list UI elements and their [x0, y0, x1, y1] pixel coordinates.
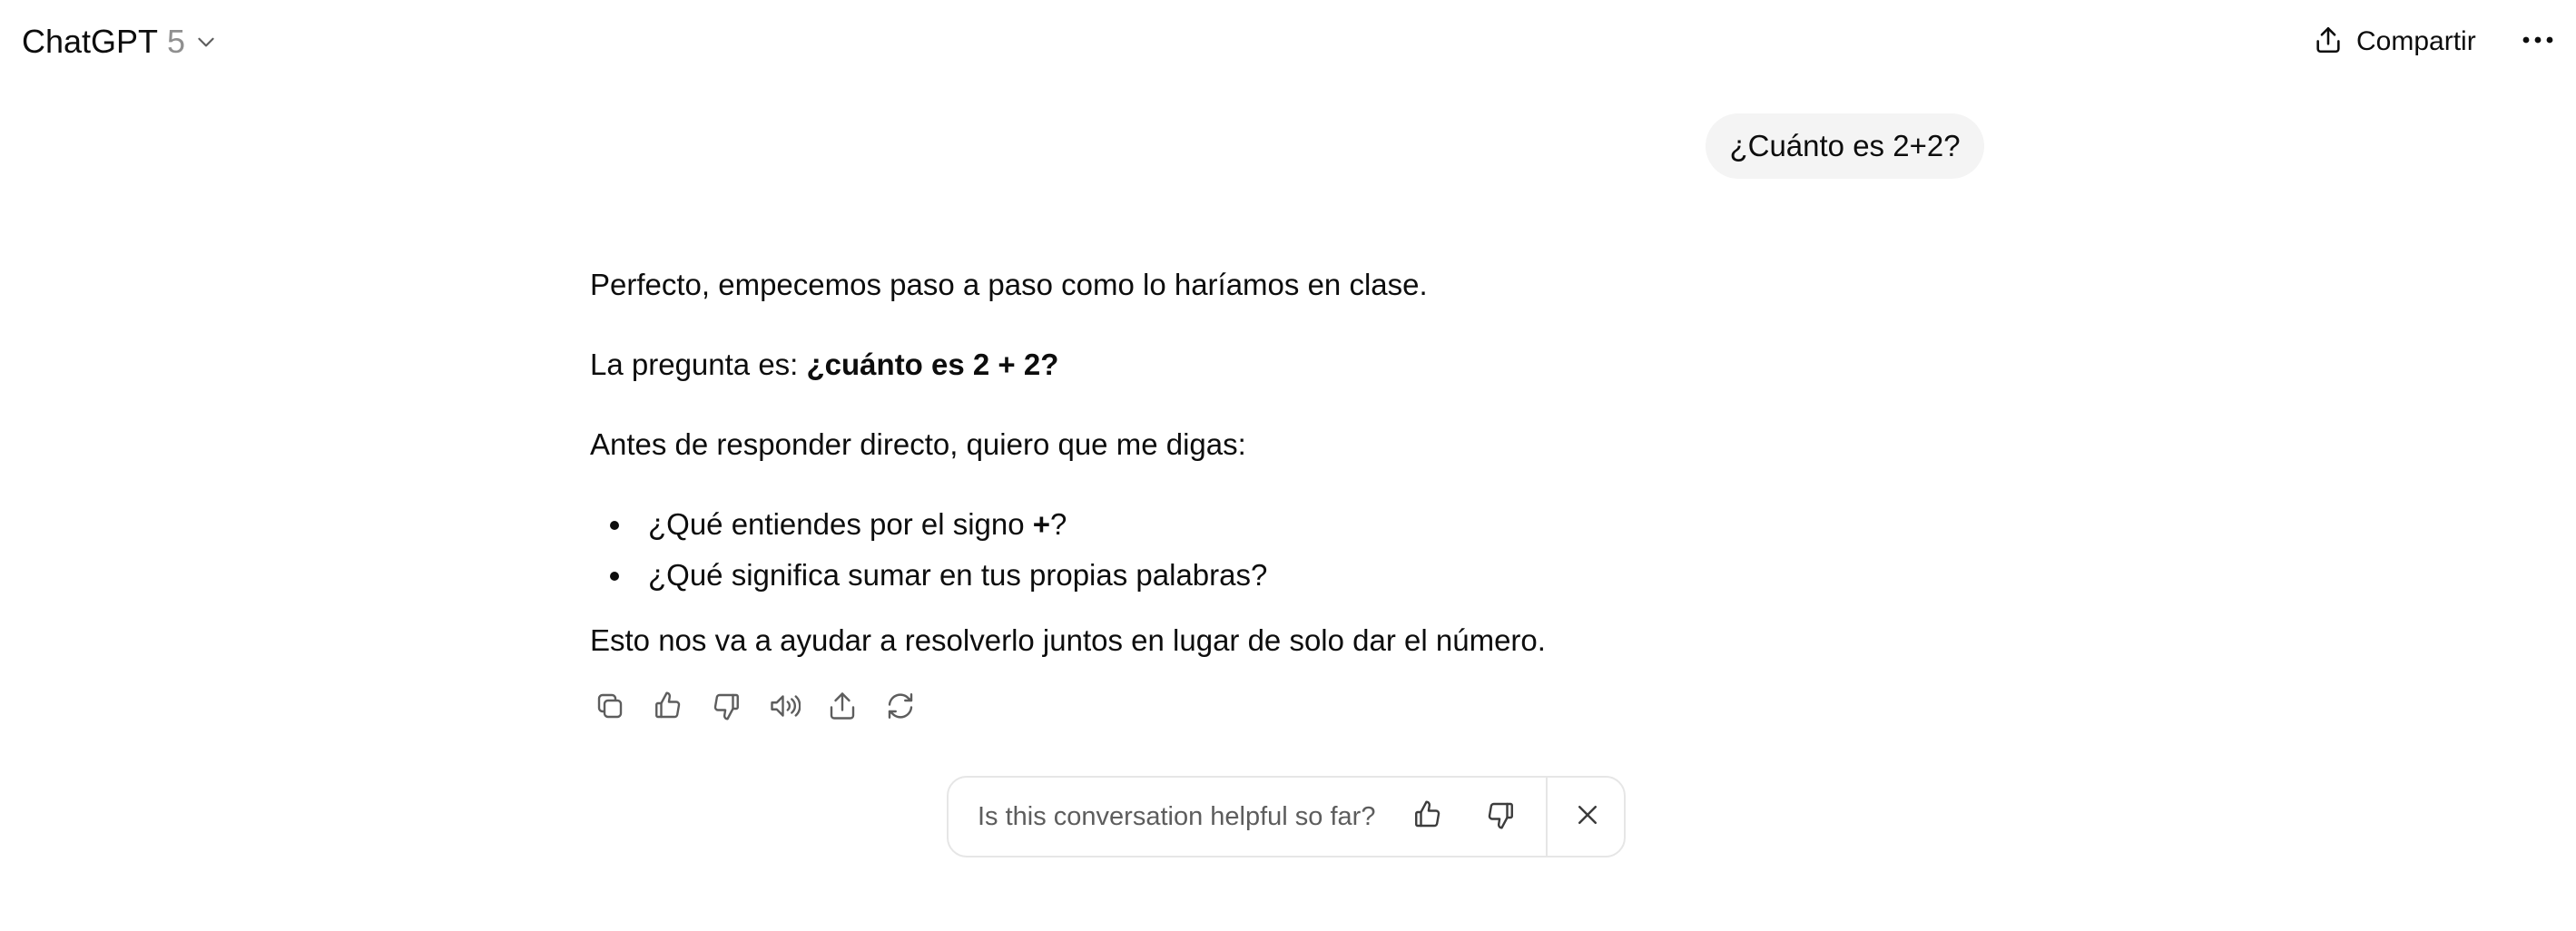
more-options-button[interactable] [2518, 24, 2558, 60]
plus-sign-bold: + [1032, 507, 1051, 541]
top-bar: ChatGPT 5 Compartir [0, 0, 2576, 83]
user-message-bubble: ¿Cuánto es 2+2? [1706, 113, 1984, 179]
conversation-feedback: Is this conversation helpful so far? [947, 776, 1626, 858]
chevron-down-icon [194, 30, 218, 54]
bullet-list: ¿Qué entiendes por el signo +? ¿Qué sign… [590, 501, 1267, 603]
feedback-divider [1546, 778, 1548, 856]
model-name: ChatGPT [22, 23, 159, 60]
bad-response-button[interactable] [706, 688, 746, 728]
share-icon [826, 690, 859, 727]
share-message-button[interactable] [822, 688, 862, 728]
close-icon [1574, 801, 1601, 833]
share-button[interactable]: Compartir [2313, 20, 2476, 64]
assistant-paragraph: Perfecto, empecemos paso a paso como lo … [590, 268, 1428, 301]
regenerate-icon [884, 690, 917, 727]
list-item: ¿Qué significa sumar en tus propias pala… [590, 552, 1267, 603]
feedback-thumbs-up-button[interactable] [1408, 797, 1448, 837]
read-aloud-button[interactable] [764, 688, 804, 728]
thumbs-up-icon [1411, 799, 1444, 836]
model-version: 5 [167, 23, 186, 60]
feedback-close-button[interactable] [1568, 797, 1608, 837]
bullet-suffix: ? [1050, 507, 1067, 541]
thumbs-down-icon [1484, 799, 1517, 836]
assistant-paragraph-question: La pregunta es: ¿cuánto es 2 + 2? [590, 341, 1058, 388]
model-switcher[interactable]: ChatGPT 5 [22, 20, 218, 64]
message-actions [590, 686, 920, 730]
question-prefix: La pregunta es: [590, 348, 807, 381]
regenerate-button[interactable] [880, 688, 920, 728]
copy-icon [594, 690, 626, 727]
chat-page: ChatGPT 5 Compartir ¿Cuánto es 2+2? Perf… [0, 0, 2576, 931]
bullet-text: ¿Qué entiendes por el signo [648, 507, 1033, 541]
share-label: Compartir [2356, 26, 2476, 56]
feedback-thumbs-down-button[interactable] [1480, 797, 1520, 837]
assistant-paragraph: Esto nos va a ayudar a resolverlo juntos… [590, 623, 1546, 657]
list-item: ¿Qué entiendes por el signo +? [590, 501, 1267, 552]
assistant-paragraph: Antes de responder directo, quiero que m… [590, 427, 1246, 461]
thumbs-down-icon [710, 690, 742, 727]
feedback-prompt: Is this conversation helpful so far? [978, 802, 1376, 831]
more-horizontal-icon [2522, 34, 2554, 50]
thumbs-up-icon [652, 690, 684, 727]
good-response-button[interactable] [648, 688, 688, 728]
share-icon [2313, 24, 2344, 60]
question-bold: ¿cuánto es 2 + 2? [806, 348, 1059, 381]
bullet-text: ¿Qué significa sumar en tus propias pala… [648, 558, 1268, 592]
copy-button[interactable] [590, 688, 630, 728]
read-aloud-icon [768, 690, 801, 727]
